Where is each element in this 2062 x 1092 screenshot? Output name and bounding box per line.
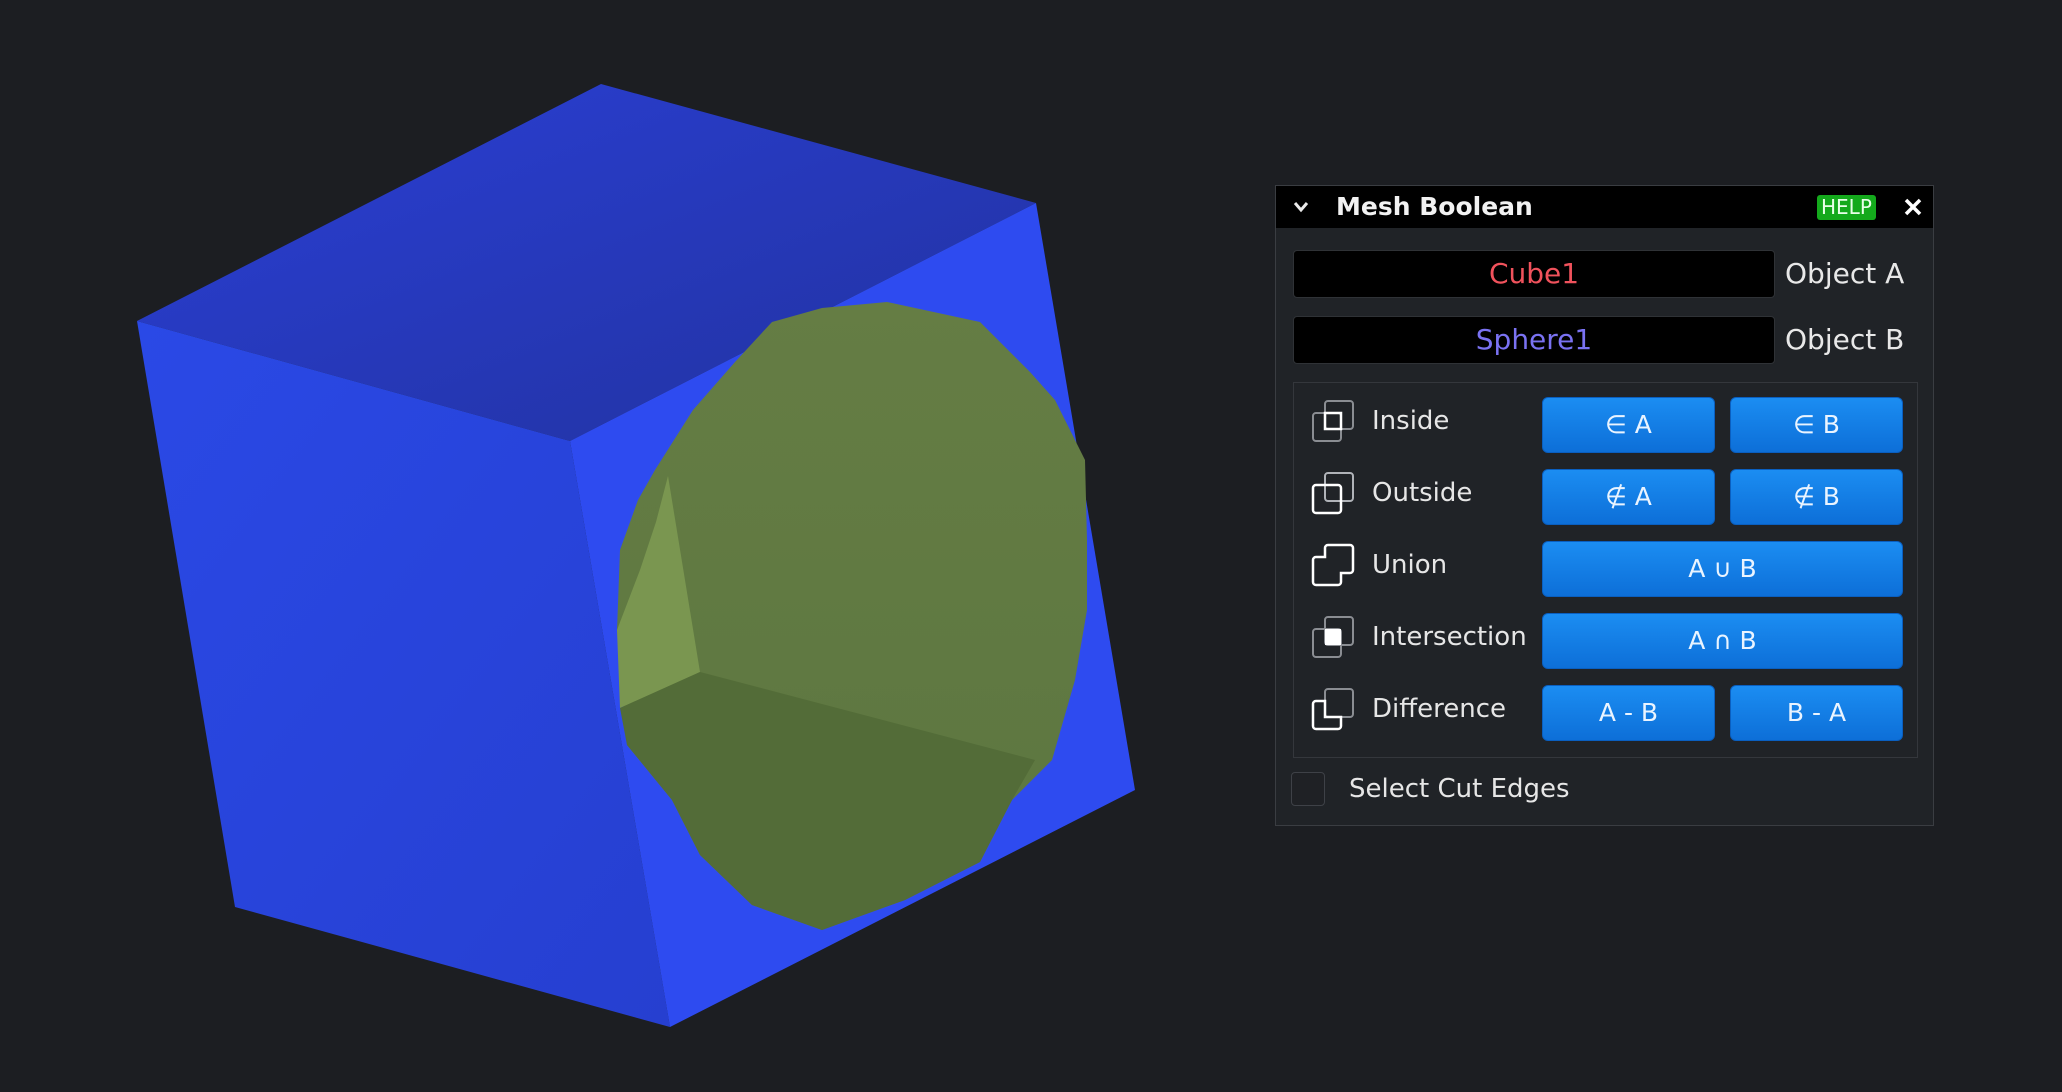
help-button[interactable]: HELP (1817, 195, 1876, 220)
union-icon (1311, 543, 1355, 587)
operation-label-outside: Outside (1372, 478, 1473, 508)
chevron-down-icon[interactable] (1292, 199, 1310, 215)
outside-b-button[interactable]: ∉ B (1730, 469, 1903, 525)
operation-label-union: Union (1372, 550, 1448, 580)
object-b-label: Object B (1785, 323, 1905, 356)
object-b-field[interactable]: Sphere1 (1293, 316, 1775, 364)
panel-title: Mesh Boolean (1336, 192, 1533, 221)
operation-label-inside: Inside (1372, 406, 1450, 436)
inside-b-button[interactable]: ∈ B (1730, 397, 1903, 453)
close-icon[interactable] (1904, 198, 1922, 216)
boolean-operations-group: Inside ∈ A ∈ B Outside ∉ A ∉ B Union A ∪… (1293, 382, 1918, 758)
union-button[interactable]: A ∪ B (1542, 541, 1903, 597)
panel-titlebar[interactable]: Mesh Boolean HELP (1276, 186, 1933, 228)
inside-icon (1312, 400, 1354, 442)
scene-render (137, 84, 1135, 1027)
select-cut-edges-label[interactable]: Select Cut Edges (1349, 769, 1570, 809)
outside-icon (1311, 472, 1354, 515)
inside-a-button[interactable]: ∈ A (1542, 397, 1715, 453)
operation-label-difference: Difference (1372, 694, 1507, 724)
operation-label-intersection: Intersection (1372, 622, 1527, 652)
object-a-label: Object A (1785, 257, 1905, 290)
select-cut-edges-checkbox[interactable] (1291, 772, 1325, 806)
outside-a-button[interactable]: ∉ A (1542, 469, 1715, 525)
difference-b-minus-a-button[interactable]: B - A (1730, 685, 1903, 741)
object-a-field[interactable]: Cube1 (1293, 250, 1775, 298)
intersection-icon (1312, 616, 1354, 658)
3d-viewport[interactable]: Mesh Boolean HELP Cube1 Object A Sphere1… (0, 0, 2062, 1092)
mesh-boolean-panel: Mesh Boolean HELP Cube1 Object A Sphere1… (1275, 185, 1934, 826)
difference-icon (1311, 688, 1354, 731)
intersection-button[interactable]: A ∩ B (1542, 613, 1903, 669)
difference-a-minus-b-button[interactable]: A - B (1542, 685, 1715, 741)
